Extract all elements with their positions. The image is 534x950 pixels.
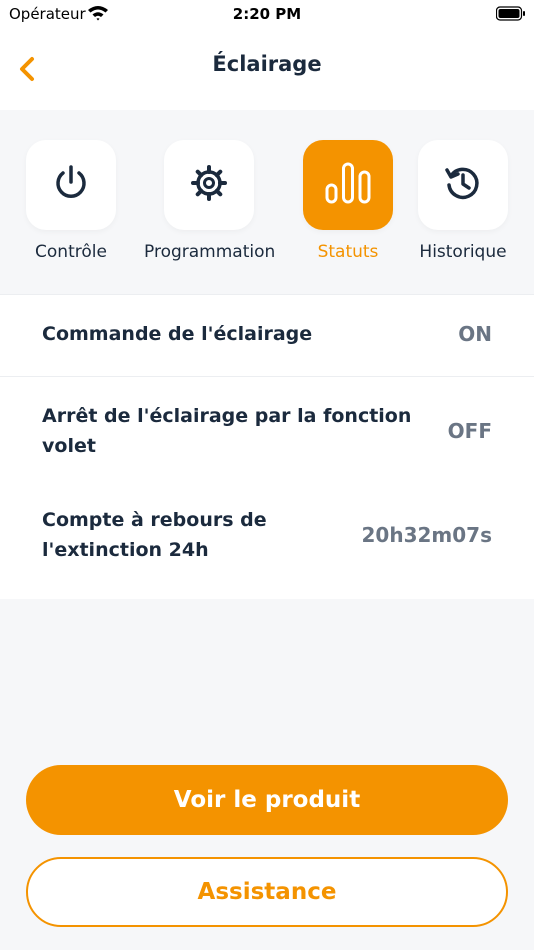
view-product-button[interactable]: Voir le produit — [26, 765, 508, 835]
navigation-bar: Éclairage — [0, 30, 534, 110]
tab-tile — [418, 140, 508, 230]
status-time: 2:20 PM — [232, 5, 302, 23]
status-label: Arrêt de l'éclairage par la fonction vol… — [42, 405, 412, 457]
status-label: Compte à rebours de l'extinction 24h — [42, 509, 267, 561]
tab-historique[interactable]: Historique — [398, 140, 528, 262]
tab-label: Contrôle — [35, 242, 107, 262]
page-title: Éclairage — [212, 52, 322, 76]
tab-label: Historique — [419, 242, 507, 262]
bar-chart-icon — [323, 161, 373, 209]
tab-controle[interactable]: Contrôle — [6, 140, 136, 262]
status-row: Commande de l'éclairage ON — [0, 295, 534, 377]
tab-label: Programmation — [144, 242, 276, 262]
status-label: Commande de l'éclairage — [42, 323, 313, 345]
tab-tile — [164, 140, 254, 230]
assistance-button[interactable]: Assistance — [26, 857, 508, 927]
tab-bar: Contrôle Programmation Statuts Historiqu… — [0, 110, 534, 294]
tab-programmation[interactable]: Programmation — [144, 140, 276, 262]
status-row: Arrêt de l'éclairage par la fonction vol… — [0, 377, 534, 487]
tab-label: Statuts — [317, 242, 379, 262]
status-value: 20h32m07s — [361, 523, 492, 547]
battery-icon — [495, 6, 526, 26]
status-row: Compte à rebours de l'extinction 24h 20h… — [0, 487, 534, 599]
status-bar: Opérateur 2:20 PM — [0, 0, 534, 30]
tab-tile — [26, 140, 116, 230]
status-value: ON — [458, 322, 492, 346]
status-value: OFF — [447, 419, 492, 443]
gear-icon — [189, 163, 229, 207]
status-list: Commande de l'éclairage ON Arrêt de l'éc… — [0, 294, 534, 599]
history-icon — [443, 163, 483, 207]
tab-tile — [303, 140, 393, 230]
power-icon — [51, 163, 91, 207]
tab-statuts[interactable]: Statuts — [283, 140, 413, 262]
